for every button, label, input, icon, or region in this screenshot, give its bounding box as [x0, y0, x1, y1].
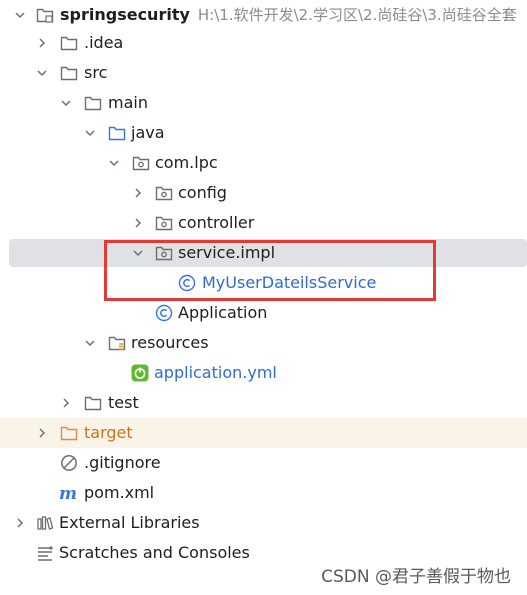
chevron-down-icon[interactable] — [82, 335, 98, 351]
tree-row-java[interactable]: java — [0, 118, 527, 148]
package-icon — [155, 244, 173, 262]
source-folder-icon — [108, 124, 126, 142]
folder-icon — [60, 34, 78, 52]
class-icon — [155, 304, 173, 322]
chevron-down-icon[interactable] — [106, 155, 122, 171]
tree-row-service-impl[interactable]: service.impl — [9, 239, 527, 267]
tree-row-pom-xml[interactable]: m pom.xml — [0, 478, 527, 508]
tree-label-java: java — [131, 123, 165, 142]
tree-label-service-impl: service.impl — [178, 243, 276, 262]
chevron-down-icon[interactable] — [12, 7, 28, 23]
tree-label-resources: resources — [131, 333, 209, 352]
ignore-file-icon — [60, 454, 78, 472]
chevron-down-icon[interactable] — [34, 65, 50, 81]
tree-label-pom-xml: pom.xml — [84, 483, 155, 502]
tree-row-my-user-details-service[interactable]: MyUserDateilsService — [0, 268, 527, 298]
scratches-icon — [36, 544, 54, 562]
project-name-text: springsecurity — [60, 5, 190, 24]
chevron-down-icon[interactable] — [82, 125, 98, 141]
package-icon — [132, 154, 150, 172]
tree-row-controller[interactable]: controller — [0, 208, 527, 238]
chevron-down-icon[interactable] — [130, 245, 146, 261]
tree-row-project-root[interactable]: springsecurity H:\1.软件开发\2.学习区\2.尚硅谷\3.尚硅… — [0, 0, 527, 30]
tree-label-config: config — [178, 183, 227, 202]
tree-label-my-user-details-service: MyUserDateilsService — [202, 273, 377, 292]
tree-row-test[interactable]: test — [0, 388, 527, 418]
csdn-watermark: CSDN @君子善假于物也 — [321, 567, 511, 587]
chevron-right-icon[interactable] — [130, 215, 146, 231]
chevron-right-icon[interactable] — [12, 515, 28, 531]
tree-row-src[interactable]: src — [0, 58, 527, 88]
tree-label-src: src — [84, 63, 108, 82]
chevron-right-icon[interactable] — [34, 425, 50, 441]
tree-label-com-lpc: com.lpc — [155, 153, 218, 172]
tree-row-application[interactable]: Application — [0, 298, 527, 328]
svg-text:m: m — [59, 484, 77, 502]
tree-label-test: test — [108, 393, 139, 412]
tree-label-external-libraries: External Libraries — [59, 513, 200, 532]
libraries-icon — [36, 514, 54, 532]
folder-icon — [84, 94, 102, 112]
resources-folder-icon — [108, 334, 126, 352]
tree-label-application: Application — [178, 303, 268, 322]
folder-icon — [84, 394, 102, 412]
tree-row-idea[interactable]: .idea — [0, 28, 527, 58]
package-icon — [155, 184, 173, 202]
package-icon — [155, 214, 173, 232]
tree-row-gitignore[interactable]: .gitignore — [0, 448, 527, 478]
tree-label-gitignore: .gitignore — [84, 453, 161, 472]
spring-leaf-icon — [131, 364, 149, 382]
tree-label-scratches: Scratches and Consoles — [59, 543, 250, 562]
tree-label-idea: .idea — [84, 33, 124, 52]
chevron-right-icon[interactable] — [58, 395, 74, 411]
project-tree: springsecurity H:\1.软件开发\2.学习区\2.尚硅谷\3.尚硅… — [0, 0, 527, 595]
project-path: H:\1.软件开发\2.学习区\2.尚硅谷\3.尚硅谷全套 — [197, 6, 517, 24]
tree-row-resources[interactable]: resources — [0, 328, 527, 358]
tree-row-application-yml[interactable]: application.yml — [0, 358, 527, 388]
tree-row-target[interactable]: target — [0, 418, 527, 448]
maven-icon: m — [58, 484, 80, 502]
tree-label-controller: controller — [178, 213, 255, 232]
tree-row-main[interactable]: main — [0, 88, 527, 118]
tree-row-package-com-lpc[interactable]: com.lpc — [0, 148, 527, 178]
excluded-folder-icon — [60, 424, 78, 442]
tree-label-application-yml: application.yml — [154, 363, 277, 382]
chevron-right-icon[interactable] — [34, 35, 50, 51]
class-icon — [178, 274, 196, 292]
chevron-right-icon[interactable] — [130, 185, 146, 201]
module-folder-icon — [36, 6, 54, 24]
tree-row-config[interactable]: config — [0, 178, 527, 208]
project-name: springsecurity H:\1.软件开发\2.学习区\2.尚硅谷\3.尚硅… — [60, 0, 517, 30]
chevron-down-icon[interactable] — [58, 95, 74, 111]
tree-label-main: main — [108, 93, 148, 112]
folder-icon — [60, 64, 78, 82]
tree-label-target: target — [84, 423, 133, 442]
tree-row-external-libraries[interactable]: External Libraries — [0, 508, 527, 538]
